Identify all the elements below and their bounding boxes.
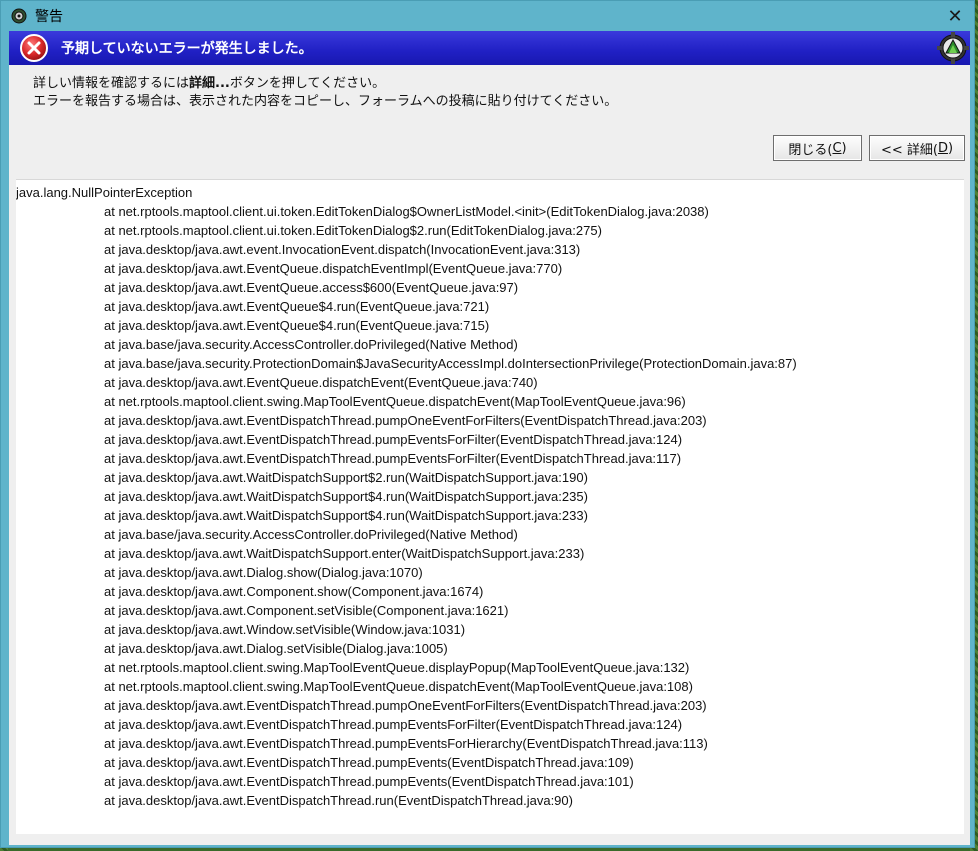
- stack-frame-line: at java.desktop/java.awt.Component.show(…: [104, 584, 484, 599]
- stack-frame-line: at java.desktop/java.awt.EventDispatchTh…: [104, 793, 573, 808]
- stack-frame-line: at java.desktop/java.awt.Component.setVi…: [104, 603, 509, 618]
- stack-frame-line: at java.desktop/java.awt.EventQueue$4.ru…: [104, 318, 490, 333]
- stack-frame-line: at java.desktop/java.awt.WaitDispatchSup…: [104, 470, 588, 485]
- banner-title: 予期していないエラーが発生しました。: [61, 41, 313, 57]
- error-icon: [19, 33, 49, 63]
- message-line-1: 詳しい情報を確認するには詳細...ボタンを押してください。: [33, 76, 386, 91]
- stack-frame-line: at java.desktop/java.awt.EventDispatchTh…: [104, 717, 683, 732]
- close-button[interactable]: 閉じる(C): [773, 135, 862, 161]
- stack-frame-line: at java.desktop/java.awt.EventQueue.acce…: [104, 280, 519, 295]
- error-banner: 予期していないエラーが発生しました。: [9, 31, 970, 65]
- window-title: 警告: [35, 9, 63, 25]
- error-dialog: 警告 ✕ 予期していないエラーが発生しました。 詳しい情報を確認するには詳細..…: [0, 0, 975, 848]
- stack-frame-line: at net.rptools.maptool.client.swing.MapT…: [104, 679, 693, 694]
- dialog-content: 詳しい情報を確認するには詳細...ボタンを押してください。 エラーを報告する場合…: [9, 65, 970, 845]
- instruction-message: 詳しい情報を確認するには詳細...ボタンを押してください。 エラーを報告する場合…: [33, 75, 617, 111]
- stack-frame-line: at java.desktop/java.awt.EventDispatchTh…: [104, 755, 634, 770]
- stack-frame-line: at java.desktop/java.awt.WaitDispatchSup…: [104, 508, 588, 523]
- stack-frame-line: at java.desktop/java.awt.EventDispatchTh…: [104, 451, 682, 466]
- close-icon[interactable]: ✕: [944, 5, 966, 27]
- stack-frame-line: at java.desktop/java.awt.WaitDispatchSup…: [104, 489, 588, 504]
- stack-frame-line: at java.desktop/java.awt.Window.setVisib…: [104, 622, 466, 637]
- stack-frame-line: at java.desktop/java.awt.EventDispatchTh…: [104, 774, 634, 789]
- stack-frame-line: at net.rptools.maptool.client.ui.token.E…: [104, 204, 709, 219]
- title-bar[interactable]: 警告 ✕: [1, 1, 974, 31]
- stack-frame-line: at java.desktop/java.awt.WaitDispatchSup…: [104, 546, 585, 561]
- stack-frame-line: at java.base/java.security.ProtectionDom…: [104, 356, 797, 371]
- stack-frame-line: at java.desktop/java.awt.event.Invocatio…: [104, 242, 581, 257]
- stack-frame-line: at java.desktop/java.awt.EventDispatchTh…: [104, 698, 707, 713]
- app-icon: [11, 8, 27, 24]
- stack-frame-line: at java.desktop/java.awt.Dialog.show(Dia…: [104, 565, 423, 580]
- stack-frame-line: at net.rptools.maptool.client.swing.MapT…: [104, 394, 686, 409]
- stack-frame-line: at java.desktop/java.awt.EventQueue$4.ru…: [104, 299, 490, 314]
- exception-name: java.lang.NullPointerException: [16, 185, 193, 200]
- stack-frame-line: at net.rptools.maptool.client.ui.token.E…: [104, 223, 602, 238]
- gear-icon: [936, 31, 970, 65]
- stack-trace-area[interactable]: java.lang.NullPointerException at net.rp…: [16, 179, 964, 834]
- stack-frame-line: at java.desktop/java.awt.EventQueue.disp…: [104, 261, 563, 276]
- details-toggle-button[interactable]: << 詳細(D): [869, 135, 965, 161]
- stack-frame-line: at net.rptools.maptool.client.swing.MapT…: [104, 660, 690, 675]
- stack-frame-line: at java.desktop/java.awt.EventDispatchTh…: [104, 432, 683, 447]
- stack-frame-line: at java.desktop/java.awt.EventQueue.disp…: [104, 375, 538, 390]
- message-line-2: エラーを報告する場合は、表示された内容をコピーし、フォーラムへの投稿に貼り付けて…: [33, 94, 618, 109]
- stack-frame-line: at java.base/java.security.AccessControl…: [104, 527, 518, 542]
- stack-frame-line: at java.desktop/java.awt.EventDispatchTh…: [104, 736, 708, 751]
- stack-frame-line: at java.base/java.security.AccessControl…: [104, 337, 518, 352]
- stack-frame-line: at java.desktop/java.awt.Dialog.setVisib…: [104, 641, 448, 656]
- stack-frame-line: at java.desktop/java.awt.EventDispatchTh…: [104, 413, 707, 428]
